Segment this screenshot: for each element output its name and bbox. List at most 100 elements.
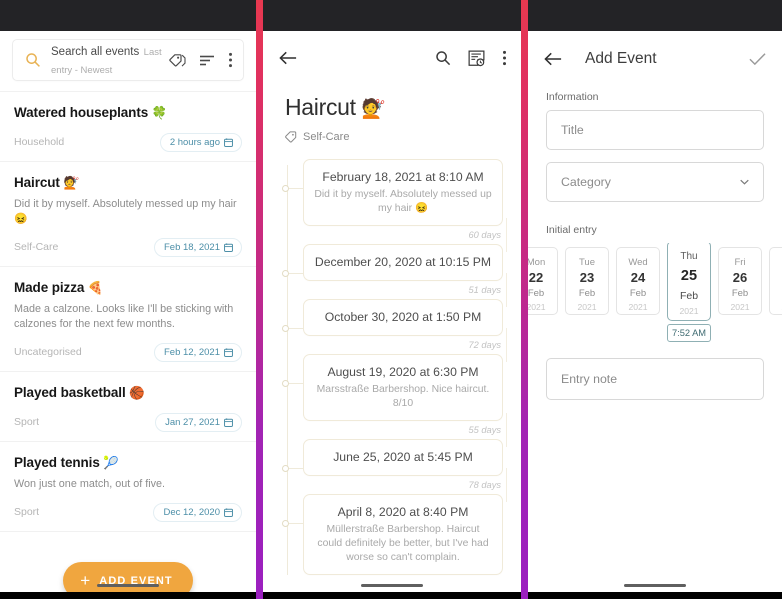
date-card[interactable]: Mon 22 Feb 2021: [528, 247, 558, 315]
date-weekday: Mon: [528, 257, 546, 268]
date-card[interactable]: Tue 23 Feb 2021: [565, 247, 609, 315]
entry-card[interactable]: June 25, 2020 at 5:45 PM: [303, 439, 503, 476]
list-item[interactable]: Played tennis 🎾 Won just one match, out …: [0, 442, 256, 532]
search-actions: [163, 52, 233, 68]
event-title: Played basketball 🏀: [14, 385, 145, 400]
plus-icon: +: [80, 571, 92, 590]
event-emoji: 🏀: [129, 386, 145, 400]
entry-card[interactable]: August 19, 2020 at 6:30 PM Marsstraße Ba…: [303, 354, 503, 421]
status-icons: [473, 9, 509, 22]
timeline-stem: [289, 468, 303, 469]
date-option[interactable]: Wed 24 Feb 2021: [616, 247, 660, 315]
history-list-icon[interactable]: [468, 50, 485, 67]
date-option[interactable]: Mon 22 Feb 2021: [528, 247, 558, 315]
timeline-gap: 72 days: [287, 328, 521, 362]
status-bar: 7:52: [0, 0, 256, 31]
more-vert-icon[interactable]: [502, 50, 507, 66]
status-badge[interactable]: Jan 27, 2021: [155, 412, 242, 432]
date-day: 27: [770, 269, 782, 287]
three-screen-comparison: 7:52 Search all events Last entry - Newe…: [0, 0, 782, 599]
search-bar[interactable]: Search all events Last entry - Newest: [12, 39, 244, 81]
back-arrow-icon[interactable]: [544, 51, 563, 67]
time-picker-button[interactable]: 7:52 AM: [667, 324, 711, 342]
timeline-dot-icon: [282, 185, 289, 192]
date-month: Feb: [528, 288, 545, 299]
list-item[interactable]: Made pizza 🍕 Made a calzone. Looks like …: [0, 267, 256, 372]
status-icons: [208, 9, 244, 22]
date-card[interactable]: Fri 26 Feb 2021: [718, 247, 762, 315]
more-vert-icon[interactable]: [228, 52, 233, 68]
entry-card[interactable]: December 20, 2020 at 10:15 PM: [303, 244, 503, 281]
timeline-stem: [289, 328, 303, 329]
title-emoji: 💇: [361, 99, 386, 120]
back-arrow-icon[interactable]: [279, 50, 298, 66]
date-card[interactable]: Thu 25 Feb 2021: [667, 243, 711, 321]
entry-note: Did it by myself. Absolutely messed up m…: [314, 189, 492, 214]
add-event-button[interactable]: + ADD EVENT: [63, 562, 193, 599]
date-year: 2021: [528, 302, 546, 312]
date-card[interactable]: Wed 24 Feb 2021: [616, 247, 660, 315]
status-badge[interactable]: Feb 12, 2021: [154, 342, 242, 362]
search-icon[interactable]: [435, 50, 451, 66]
event-title: Watered houseplants 🍀: [14, 105, 168, 120]
search-input[interactable]: Search all events Last entry - Newest: [51, 42, 163, 78]
timeline-dot-icon: [282, 325, 289, 332]
timeline-entry[interactable]: June 25, 2020 at 5:45 PM: [282, 439, 521, 476]
timeline-entry[interactable]: August 19, 2020 at 6:30 PM Marsstraße Ba…: [282, 354, 521, 421]
wifi-icon: [474, 11, 484, 20]
timeline-stem: [289, 383, 303, 384]
status-clock: 7:52: [279, 9, 302, 22]
app-bar-actions: [435, 50, 507, 67]
chevron-down-icon[interactable]: [740, 179, 749, 185]
event-footer: Self-Care Feb 18, 2021: [14, 236, 242, 258]
event-emoji: 💇: [63, 176, 79, 190]
list-item[interactable]: Played basketball 🏀 Sport Jan 27, 2021: [0, 372, 256, 442]
event-date: Dec 12, 2020: [163, 506, 220, 518]
date-day: 24: [630, 270, 646, 285]
timeline-gap-label: 60 days: [468, 230, 501, 240]
search-icon: [25, 52, 41, 68]
status-badge[interactable]: Dec 12, 2020: [153, 502, 242, 522]
entry-card[interactable]: October 30, 2020 at 1:50 PM: [303, 299, 503, 336]
timeline-entry[interactable]: December 20, 2020 at 10:15 PM: [282, 244, 521, 281]
wifi-icon: [735, 11, 745, 20]
title-field-placeholder: Title: [561, 123, 584, 137]
event-date: Feb 18, 2021: [164, 241, 220, 253]
date-option-selected[interactable]: Thu 25 Feb 2021 7:52 AM: [667, 243, 711, 342]
entry-card[interactable]: February 18, 2021 at 8:10 AM Did it by m…: [303, 159, 503, 226]
entry-datetime: October 30, 2020 at 1:50 PM: [324, 310, 482, 324]
date-picker-strip[interactable]: Mon 22 Feb 2021 Tue 23 Feb 2021 Wed 24 F…: [528, 243, 782, 342]
event-date: Jan 27, 2021: [165, 416, 220, 428]
entry-card[interactable]: April 8, 2020 at 8:40 PM Müllerstraße Ba…: [303, 494, 503, 575]
page-title: Haircut 💇: [285, 94, 386, 120]
timeline-stem: [289, 523, 303, 524]
panel-divider: [256, 0, 263, 599]
date-option[interactable]: Sat 27 Feb 2021: [769, 247, 782, 315]
category-field[interactable]: Category: [546, 162, 764, 202]
sort-icon[interactable]: [199, 54, 215, 67]
nav-gesture-pill: [97, 584, 159, 587]
timeline-entry[interactable]: April 8, 2020 at 8:40 PM Müllerstraße Ba…: [282, 494, 521, 575]
date-card[interactable]: Sat 27 Feb 2021: [769, 247, 782, 315]
entry-note-field[interactable]: Entry note: [546, 358, 764, 400]
date-option[interactable]: Tue 23 Feb 2021: [565, 247, 609, 315]
event-category: Sport: [14, 506, 40, 518]
timeline-gap: 78 days: [287, 468, 521, 502]
event-date: Feb 12, 2021: [164, 346, 220, 358]
calendar-icon: [224, 507, 233, 517]
date-option[interactable]: Fri 26 Feb 2021: [718, 247, 762, 315]
list-item[interactable]: Watered houseplants 🍀 Household 2 hours …: [0, 92, 256, 162]
event-category: Household: [14, 136, 65, 148]
title-field[interactable]: Title: [546, 110, 764, 150]
screen-add-event: 7:52 Add Event Information Title Categor…: [528, 0, 782, 599]
status-badge[interactable]: Feb 18, 2021: [154, 237, 242, 257]
timeline-gap: 55 days: [287, 413, 521, 447]
check-icon[interactable]: [749, 52, 766, 66]
event-footer: Uncategorised Feb 12, 2021: [14, 341, 242, 363]
status-badge[interactable]: 2 hours ago: [159, 132, 242, 152]
timeline-entry[interactable]: February 18, 2021 at 8:10 AM Did it by m…: [282, 159, 521, 226]
timeline-entry[interactable]: October 30, 2020 at 1:50 PM: [282, 299, 521, 336]
event-title: Haircut 💇: [14, 175, 79, 190]
tag-icon[interactable]: [169, 53, 186, 68]
list-item[interactable]: Haircut 💇 Did it by myself. Absolutely m…: [0, 162, 256, 267]
